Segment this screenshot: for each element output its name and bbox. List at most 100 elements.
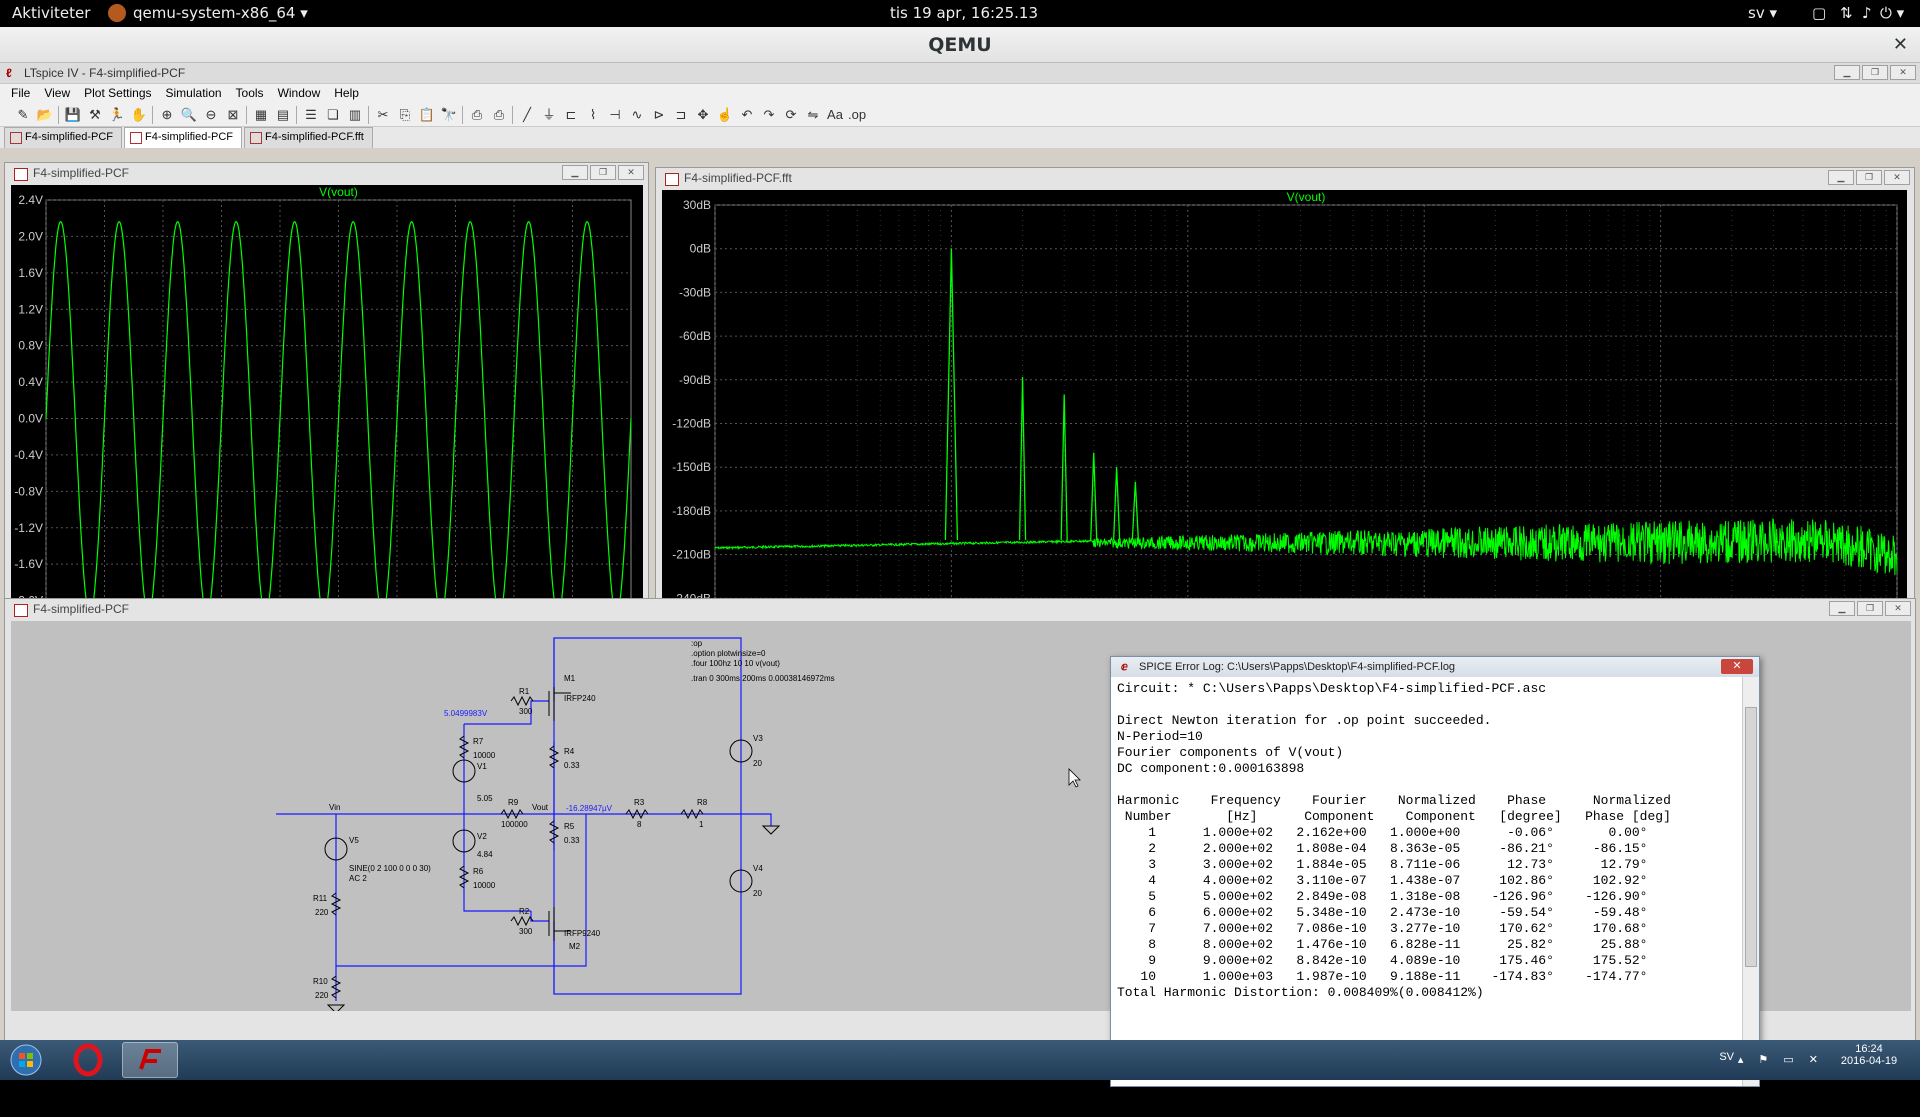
new-schematic-icon[interactable]: ✎ (14, 106, 32, 124)
volume-icon[interactable]: ♪ (1862, 4, 1872, 22)
time-domain-chart[interactable]: 2.4V 2.0V 1.6V 1.2V 0.8V 0.4V 0.0V -0.4V -0.8V -1… (11, 185, 643, 643)
ground-icon[interactable]: ⏚ (540, 106, 558, 124)
wire-rail-frame (553, 637, 742, 995)
menu-help[interactable]: Help (327, 84, 366, 103)
y-tick-label: -0.8V (14, 484, 43, 498)
zoom-area-icon[interactable]: 🔍 (180, 106, 198, 124)
time-plot-pane[interactable]: 2.4V 2.0V 1.6V 1.2V 0.8V 0.4V 0.0V -0.4V -0.8V -1… (11, 185, 643, 643)
tab-fft[interactable]: F4-simplified-PCF.fft (244, 127, 373, 148)
find-icon[interactable]: 🔭 (440, 106, 458, 124)
print-preview-icon[interactable]: ⎙ (490, 106, 508, 124)
save-icon[interactable]: 💾 (64, 106, 82, 124)
menu-plot-settings[interactable]: Plot Settings (77, 84, 158, 103)
inductor-icon[interactable]: ∿ (628, 106, 646, 124)
rotate-icon[interactable]: ⟳ (782, 106, 800, 124)
tile-vertical-icon[interactable]: ▥ (346, 106, 364, 124)
minimize-icon[interactable]: ▁ (1829, 601, 1855, 616)
clock[interactable]: tis 19 apr, 16:25.13 (890, 4, 1038, 22)
ltspice-taskbar-icon[interactable] (122, 1042, 178, 1078)
tray-date[interactable]: 2016-04-19 (1834, 1055, 1904, 1067)
label-net-icon[interactable]: ⊏ (562, 106, 580, 124)
zoom-fit-icon[interactable]: ⊠ (224, 106, 242, 124)
fft-plot-pane[interactable]: 30dB 0dB -30dB -60dB -90dB -120dB -150dB -180dB… (662, 190, 1907, 648)
cut-icon[interactable]: ✂ (374, 106, 392, 124)
minimize-icon[interactable]: ▁ (562, 165, 588, 180)
directive-option[interactable]: .option plotwinsize=0 (691, 649, 766, 658)
tile-horizontal-icon[interactable]: ☰ (302, 106, 320, 124)
app-menu-label: qemu-system-x86_64 (133, 4, 296, 22)
menu-window[interactable]: Window (271, 84, 328, 103)
zoom-out-icon[interactable]: ⊖ (202, 106, 220, 124)
restore-icon[interactable]: ❐ (1857, 601, 1883, 616)
y-tick-label: -180dB (672, 504, 711, 518)
run-icon[interactable]: 🏃 (108, 106, 126, 124)
fft-chart[interactable]: 30dB 0dB -30dB -60dB -90dB -120dB -150dB -180dB… (662, 190, 1907, 648)
minimize-icon[interactable]: ▁ (1828, 170, 1854, 185)
activities-button[interactable]: Aktiviteter (12, 4, 90, 22)
tray-language[interactable]: SV (1719, 1051, 1734, 1063)
power-icon[interactable]: ⏻ ▾ (1880, 4, 1904, 22)
start-button[interactable] (0, 1042, 56, 1078)
close-icon[interactable]: ✕ (1893, 27, 1908, 63)
error-log-scrollbar[interactable] (1742, 677, 1759, 1086)
language-menu[interactable]: sv ▾ (1748, 4, 1777, 22)
open-icon[interactable]: 📂 (36, 106, 54, 124)
directive-op[interactable]: :op (691, 639, 703, 648)
diode-icon[interactable]: ⊳ (650, 106, 668, 124)
pan-icon[interactable]: ✋ (130, 106, 148, 124)
harmonic-peak-4 (1090, 452, 1098, 541)
error-log-titlebar: SPICE Error Log: C:\Users\Papps\Desktop\… (1111, 657, 1759, 677)
tray-icons[interactable]: ▴ ⚑ ▭ ✕ (1738, 1053, 1824, 1066)
copy-icon[interactable]: ⎘ (396, 106, 414, 124)
menu-file[interactable]: File (4, 84, 37, 103)
y-tick-label: 2.4V (18, 193, 43, 207)
label-v4-value: 20 (753, 889, 762, 898)
minimize-icon[interactable]: ▁ (1834, 65, 1860, 80)
scrollbar-thumb[interactable] (1745, 707, 1757, 967)
close-icon[interactable]: ✕ (1721, 659, 1753, 674)
close-icon[interactable]: ✕ (1884, 170, 1910, 185)
paste-icon[interactable]: 📋 (418, 106, 436, 124)
fft-window: F4-simplified-PCF.fft ▁ ❐ ✕ 30dB 0dB -30dB… (655, 167, 1915, 652)
label-r7-value: 10000 (473, 751, 496, 760)
menu-view[interactable]: View (37, 84, 77, 103)
drag-icon[interactable]: ☝ (716, 106, 734, 124)
menu-simulation[interactable]: Simulation (159, 84, 229, 103)
app-menu[interactable]: qemu-system-x86_64 ▾ (133, 4, 308, 22)
close-icon[interactable]: ✕ (1885, 601, 1911, 616)
resistor-icon[interactable]: ⌇ (584, 106, 602, 124)
component-icon[interactable]: ⊐ (672, 106, 690, 124)
window-icon[interactable]: ▢ (1812, 4, 1826, 22)
redo-icon[interactable]: ↷ (760, 106, 778, 124)
control-panel-icon[interactable]: ⚒ (86, 106, 104, 124)
network-icon[interactable]: ⇅ (1840, 4, 1853, 22)
probe-voltage-2: -16.28947µV (566, 804, 613, 813)
autorange-icon[interactable]: ▦ (252, 106, 270, 124)
toolbar-divider (462, 105, 464, 124)
restore-icon[interactable]: ❐ (1856, 170, 1882, 185)
restore-icon[interactable]: ❐ (1862, 65, 1888, 80)
directive-four[interactable]: .four 100hz 10 10 v(vout) (691, 659, 780, 668)
wire-icon[interactable]: ╱ (518, 106, 536, 124)
cascade-icon[interactable]: ❏ (324, 106, 342, 124)
y-tick-label: -0.4V (14, 448, 43, 462)
fft-icon[interactable]: ▤ (274, 106, 292, 124)
text-icon[interactable]: Aa (826, 106, 844, 124)
restore-icon[interactable]: ❐ (590, 165, 616, 180)
close-icon[interactable]: ✕ (1890, 65, 1916, 80)
spice-directive-icon[interactable]: .op (848, 106, 866, 124)
close-icon[interactable]: ✕ (618, 165, 644, 180)
time-window-title: F4-simplified-PCF ▁ ❐ ✕ (5, 163, 648, 184)
tray-time[interactable]: 16:24 (1834, 1043, 1904, 1055)
capacitor-icon[interactable]: ⊣ (606, 106, 624, 124)
menu-tools[interactable]: Tools (229, 84, 271, 103)
move-icon[interactable]: ✥ (694, 106, 712, 124)
print-icon[interactable]: ⎙ (468, 106, 486, 124)
tab-schematic[interactable]: F4-simplified-PCF (4, 127, 123, 148)
opera-taskbar-icon[interactable] (60, 1042, 116, 1078)
directive-tran[interactable]: .tran 0 300ms 200ms 0.00038146972ms (691, 674, 835, 683)
mirror-icon[interactable]: ⇋ (804, 106, 822, 124)
tab-waveform[interactable]: F4-simplified-PCF (124, 127, 243, 148)
undo-icon[interactable]: ↶ (738, 106, 756, 124)
zoom-in-icon[interactable]: ⊕ (158, 106, 176, 124)
